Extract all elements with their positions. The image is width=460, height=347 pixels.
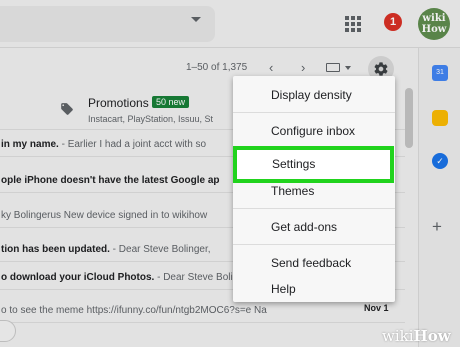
settings-menu: Display density Configure inbox Themes G… bbox=[233, 76, 395, 302]
search-box[interactable] bbox=[0, 6, 215, 42]
menu-divider bbox=[233, 208, 395, 209]
apps-grid-icon[interactable] bbox=[345, 16, 361, 32]
input-tools-dropdown-icon[interactable] bbox=[345, 66, 351, 70]
keyboard-icon[interactable] bbox=[326, 63, 340, 72]
mail-snippet: ky Bolingerus New device signed in to wi… bbox=[1, 210, 208, 221]
keep-icon[interactable] bbox=[432, 110, 448, 126]
settings-label: Settings bbox=[272, 157, 316, 171]
mail-date: Nov 1 bbox=[364, 303, 389, 313]
calendar-icon[interactable]: 31 bbox=[432, 65, 448, 81]
scrollbar[interactable] bbox=[405, 88, 413, 148]
menu-item-themes[interactable]: Themes bbox=[233, 184, 395, 198]
search-options-icon[interactable] bbox=[191, 17, 201, 22]
avatar-text-line2: How bbox=[421, 24, 447, 35]
menu-divider bbox=[233, 112, 395, 113]
pagination-text: 1–50 of 1,375 bbox=[186, 62, 248, 73]
avatar[interactable]: wiki How bbox=[418, 8, 450, 40]
gear-icon bbox=[374, 62, 388, 76]
chevron-left-icon[interactable]: ‹ bbox=[269, 60, 273, 75]
avatar-text-line1: wiki bbox=[422, 13, 446, 24]
notification-badge[interactable]: 1 bbox=[384, 13, 402, 31]
menu-item-get-add-ons[interactable]: Get add-ons bbox=[233, 220, 395, 234]
menu-item-help[interactable]: Help bbox=[233, 282, 395, 296]
promotions-senders: Instacart, PlayStation, Issuu, St bbox=[88, 114, 214, 124]
watermark-part1: wiki bbox=[382, 327, 414, 345]
checkbox-circle[interactable] bbox=[0, 320, 16, 342]
add-icon[interactable]: + bbox=[432, 218, 442, 235]
menu-item-configure-inbox[interactable]: Configure inbox bbox=[233, 124, 395, 138]
watermark-part2: How bbox=[413, 327, 451, 345]
mail-snippet: - Earlier I had a joint acct with so bbox=[58, 139, 207, 150]
menu-divider bbox=[233, 244, 395, 245]
top-bar: 1 wiki How bbox=[0, 0, 460, 48]
chevron-right-icon[interactable]: › bbox=[301, 60, 305, 75]
mail-subject: in my name. bbox=[1, 139, 59, 150]
tag-icon bbox=[61, 103, 73, 115]
mail-subject: ople iPhone doesn't have the latest Goog… bbox=[1, 175, 220, 186]
menu-item-display-density[interactable]: Display density bbox=[233, 88, 395, 102]
mail-subject: tion has been updated. bbox=[1, 244, 110, 255]
tasks-icon[interactable]: ✓ bbox=[432, 153, 448, 169]
menu-item-send-feedback[interactable]: Send feedback bbox=[233, 256, 395, 270]
mail-snippet: - Dear Steve Bolinger, bbox=[109, 244, 211, 255]
wikihow-watermark: wikiHow bbox=[382, 327, 451, 345]
promotions-title: Promotions bbox=[88, 96, 149, 110]
mail-subject: o download your iCloud Photos. bbox=[1, 272, 155, 283]
mail-snippet: o to see the meme https://ifunny.co/fun/… bbox=[1, 305, 267, 316]
new-count-badge: 50 new bbox=[152, 96, 190, 108]
side-panel: 31 ✓ + bbox=[418, 48, 460, 347]
